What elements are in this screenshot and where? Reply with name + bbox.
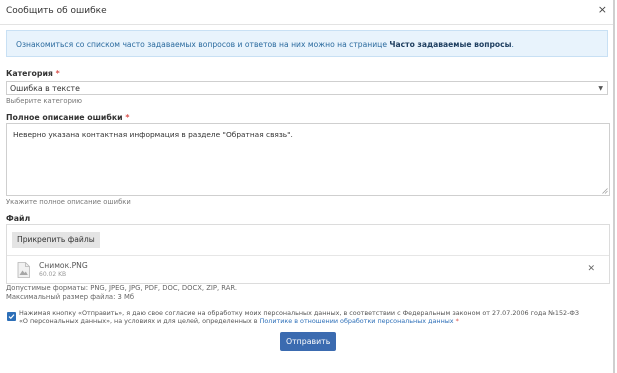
info-text: Ознакомиться со списком часто задаваемых… <box>16 40 514 49</box>
chevron-down-icon: ▼ <box>598 85 603 92</box>
info-suffix: . <box>511 40 514 49</box>
consent-checkbox[interactable] <box>7 312 16 321</box>
dialog-title: Сообщить об ошибке <box>6 6 107 16</box>
category-label: Категория * <box>6 69 60 78</box>
required-mark: * <box>55 69 60 78</box>
allowed-formats-text: Допустимые форматы: PNG, JPEG, JPG, PDF,… <box>6 284 238 292</box>
faq-link[interactable]: Часто задаваемые вопросы <box>389 40 511 49</box>
category-select[interactable]: Ошибка в тексте ▼ <box>6 81 608 95</box>
info-message: Ознакомиться со списком часто задаваемых… <box>16 40 390 49</box>
description-hint: Укажите полное описание ошибки <box>6 198 131 206</box>
file-size: 60.02 KB <box>39 271 67 278</box>
category-hint: Выберите категорию <box>6 97 83 105</box>
file-upload-box: Прикрепить файлы Снимок.PNG 60.02 KB ✕ <box>6 224 610 284</box>
submit-button[interactable]: Отправить <box>280 332 336 351</box>
file-label: Файл <box>6 214 31 223</box>
file-image-icon <box>17 262 30 278</box>
description-label: Полное описание ошибки * <box>6 113 129 122</box>
consent-text: Нажимая кнопку «Отправить», я даю свое с… <box>19 309 589 325</box>
description-label-text: Полное описание ошибки <box>6 113 123 122</box>
info-banner: Ознакомиться со списком часто задаваемых… <box>6 30 608 57</box>
close-icon[interactable]: × <box>598 4 607 16</box>
dialog-header: Сообщить об ошибке × <box>0 0 613 25</box>
checkmark-icon <box>8 314 15 320</box>
category-label-text: Категория <box>6 69 53 78</box>
resize-grip-icon[interactable] <box>602 188 608 194</box>
category-select-value: Ошибка в тексте <box>10 84 80 93</box>
attach-files-button[interactable]: Прикрепить файлы <box>12 232 100 248</box>
max-file-size-text: Максимальный размер файла: 3 Мб <box>6 293 135 301</box>
required-mark: * <box>125 113 130 122</box>
required-mark: * <box>453 317 459 325</box>
description-textarea[interactable]: Неверно указана контактная информация в … <box>6 123 610 196</box>
file-name: Снимок.PNG <box>39 261 88 270</box>
privacy-policy-link[interactable]: Политике в отношении обработки персональ… <box>260 317 454 325</box>
file-item: Снимок.PNG 60.02 KB ✕ <box>7 255 609 285</box>
remove-file-icon[interactable]: ✕ <box>587 264 595 274</box>
description-value: Неверно указана контактная информация в … <box>13 130 293 139</box>
report-error-dialog: Сообщить об ошибке × Ознакомиться со спи… <box>0 0 615 373</box>
